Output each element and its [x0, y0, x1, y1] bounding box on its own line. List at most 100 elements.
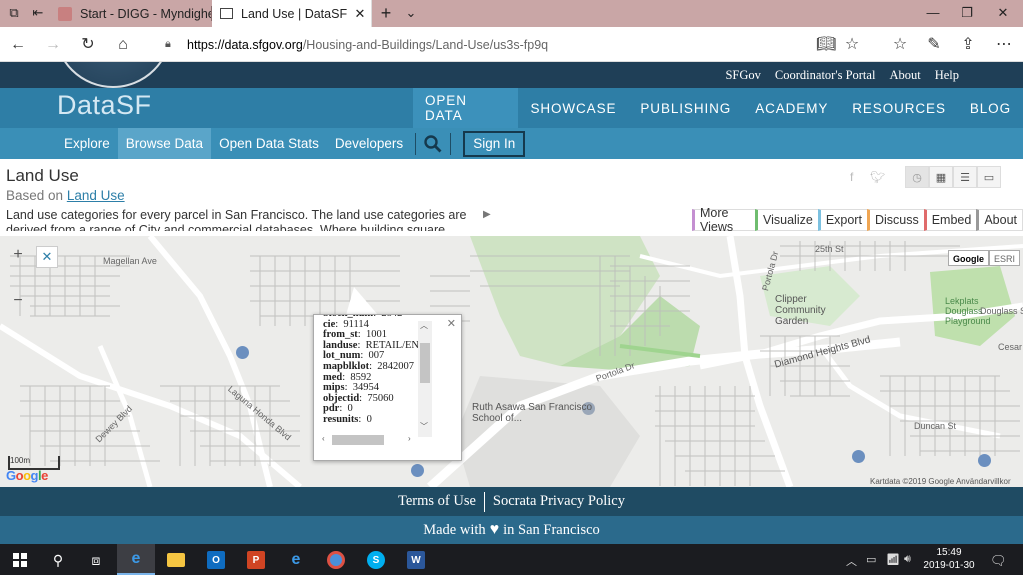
toplink-sfgov[interactable]: SFGov — [725, 68, 760, 83]
task-view-icon[interactable]: ⧈ — [84, 548, 108, 572]
map-poi-marker[interactable] — [411, 464, 424, 477]
tray-volume-icon[interactable]: 🔊︎ — [904, 553, 911, 566]
sub-nav: Explore Browse Data Open Data Stats Deve… — [56, 128, 526, 159]
visualize-button[interactable]: Visualize — [755, 209, 818, 231]
twitter-icon[interactable]: 🐦︎ — [870, 170, 885, 184]
nav-blog[interactable]: BLOG — [958, 88, 1023, 128]
list-view-icon[interactable]: ☰ — [953, 166, 977, 188]
terms-of-use-link[interactable]: Terms of Use — [398, 493, 476, 510]
skype-icon[interactable]: S — [364, 548, 388, 572]
refresh-icon[interactable]: ↻ — [78, 35, 98, 55]
nav-showcase[interactable]: SHOWCASE — [518, 88, 628, 128]
close-tab-icon[interactable]: ✕ — [349, 6, 371, 22]
popup-vertical-scroll-thumb[interactable] — [420, 343, 430, 383]
about-button[interactable]: About — [976, 209, 1023, 231]
tab-land-use[interactable]: Land Use | DataSF | City ✕ — [212, 0, 372, 27]
tray-network-icon[interactable]: 📶︎ — [886, 553, 900, 566]
facebook-icon[interactable]: f — [850, 170, 853, 184]
layer-google-button[interactable]: Google — [948, 250, 989, 266]
zoom-in-button[interactable]: + — [9, 246, 27, 264]
map-tools-icon[interactable]: ✕ — [36, 246, 58, 268]
tab-title: Land Use | DataSF | City — [241, 6, 349, 21]
tab-start-digg[interactable]: Start - DIGG - Myndigheten — [50, 0, 212, 27]
subnav-browse-data[interactable]: Browse Data — [117, 128, 212, 159]
toplink-help[interactable]: Help — [935, 68, 959, 83]
share-icon[interactable]: ⇪ — [958, 35, 978, 55]
reading-view-icon[interactable]: 📖︎ — [816, 35, 836, 55]
edge-browser-icon[interactable]: e — [117, 544, 155, 575]
home-icon[interactable]: ⌂ — [113, 35, 133, 55]
nav-open-data[interactable]: OPEN DATA — [413, 88, 519, 128]
tab-list-icon[interactable]: ⌄ — [403, 5, 419, 21]
subnav-explore[interactable]: Explore — [56, 128, 118, 159]
tray-chevron-icon[interactable]: ︿ — [846, 553, 857, 569]
sign-in-button[interactable]: Sign In — [463, 130, 526, 157]
internet-explorer-icon[interactable]: e — [284, 548, 308, 572]
based-on-link[interactable]: Land Use — [67, 188, 125, 203]
subnav-open-data-stats[interactable]: Open Data Stats — [211, 128, 327, 159]
nav-resources[interactable]: RESOURCES — [840, 88, 958, 128]
chrome-icon[interactable] — [324, 548, 348, 572]
ink-pen-icon[interactable]: ✎ — [924, 35, 944, 55]
popup-close-icon[interactable]: ✕ — [447, 317, 456, 330]
url-host: https://data.sfgov.org — [187, 37, 303, 52]
more-icon[interactable]: ⋯ — [994, 35, 1014, 55]
discuss-button[interactable]: Discuss — [866, 209, 924, 231]
favorites-hub-icon[interactable]: ☆ — [890, 35, 910, 55]
scroll-up-icon[interactable]: ︿ — [420, 320, 428, 331]
tab-manager-icon[interactable]: ⧉ — [6, 5, 22, 21]
subnav-developers[interactable]: Developers — [327, 128, 411, 159]
expand-description-icon[interactable]: ▶ — [483, 209, 491, 220]
page-view-icon[interactable]: ▭ — [977, 166, 1001, 188]
made-with-suffix: in San Francisco — [503, 521, 600, 538]
privacy-policy-link[interactable]: Socrata Privacy Policy — [493, 493, 625, 510]
nav-publishing[interactable]: PUBLISHING — [628, 88, 743, 128]
embed-button[interactable]: Embed — [923, 209, 977, 231]
popup-horizontal-scroll-thumb[interactable] — [332, 435, 384, 445]
windows-start-icon[interactable] — [8, 548, 32, 572]
scroll-right-icon[interactable]: › — [408, 434, 411, 443]
url-field[interactable]: 🔒︎ https://data.sfgov.org/Housing-and-Bu… — [157, 31, 812, 58]
dataset-title: Land Use — [6, 166, 79, 185]
city-seal-logo — [54, 62, 172, 88]
close-icon[interactable]: ✕ — [988, 3, 1018, 23]
powerpoint-icon[interactable]: P — [244, 548, 268, 572]
back-icon[interactable]: ← — [8, 35, 28, 55]
word-icon[interactable]: W — [404, 548, 428, 572]
zoom-out-button[interactable]: − — [9, 292, 27, 310]
favorite-star-icon[interactable]: ☆ — [842, 35, 862, 55]
scroll-down-icon[interactable]: ﹀ — [420, 421, 428, 432]
file-explorer-icon[interactable] — [164, 548, 188, 572]
map-poi-marker[interactable] — [978, 454, 991, 467]
toplink-coordinators-portal[interactable]: Coordinator's Portal — [775, 68, 876, 83]
map-attribution: Kartdata ©2019 Google Användarvillkor — [870, 477, 1011, 486]
outlook-icon[interactable]: O — [204, 548, 228, 572]
search-icon[interactable] — [420, 132, 446, 156]
map-poi-marker[interactable] — [852, 450, 865, 463]
system-clock[interactable]: 15:49 2019-01-30 — [918, 546, 980, 572]
notifications-icon[interactable]: 🗨︎ — [990, 553, 1007, 569]
grid-view-icon[interactable]: ▦ — [929, 166, 953, 188]
nav-academy[interactable]: ACADEMY — [743, 88, 840, 128]
new-tab-icon[interactable]: + — [378, 4, 394, 22]
based-on-prefix: Based on — [6, 188, 64, 203]
restore-icon[interactable]: ❐ — [952, 3, 982, 23]
export-button[interactable]: Export — [817, 209, 867, 231]
made-with-prefix: Made with — [423, 521, 486, 538]
search-icon[interactable]: ⚲ — [46, 548, 70, 572]
tray-battery-icon[interactable]: ▭ — [866, 553, 876, 566]
page-favicon-icon — [220, 8, 233, 19]
lock-icon: 🔒︎ — [165, 38, 171, 50]
datasf-logo[interactable]: DataSF — [57, 90, 152, 121]
minimize-icon[interactable]: — — [918, 3, 948, 23]
forward-icon[interactable]: → — [43, 35, 63, 55]
map-poi-marker[interactable] — [236, 346, 249, 359]
browser-tab-strip: ⧉ ⇤ Start - DIGG - Myndigheten Land Use … — [0, 0, 1023, 27]
set-aside-tabs-icon[interactable]: ⇤ — [30, 5, 46, 21]
clock-view-icon[interactable]: ◷ — [905, 166, 929, 188]
map-canvas[interactable]: + − ✕ Magellan Ave Dewey Blvd Laguna Hon… — [0, 236, 1023, 487]
toplink-about[interactable]: About — [889, 68, 920, 83]
scroll-left-icon[interactable]: ‹ — [322, 434, 325, 443]
more-views-button[interactable]: More Views — [692, 206, 755, 234]
layer-esri-button[interactable]: ESRI — [989, 250, 1021, 266]
